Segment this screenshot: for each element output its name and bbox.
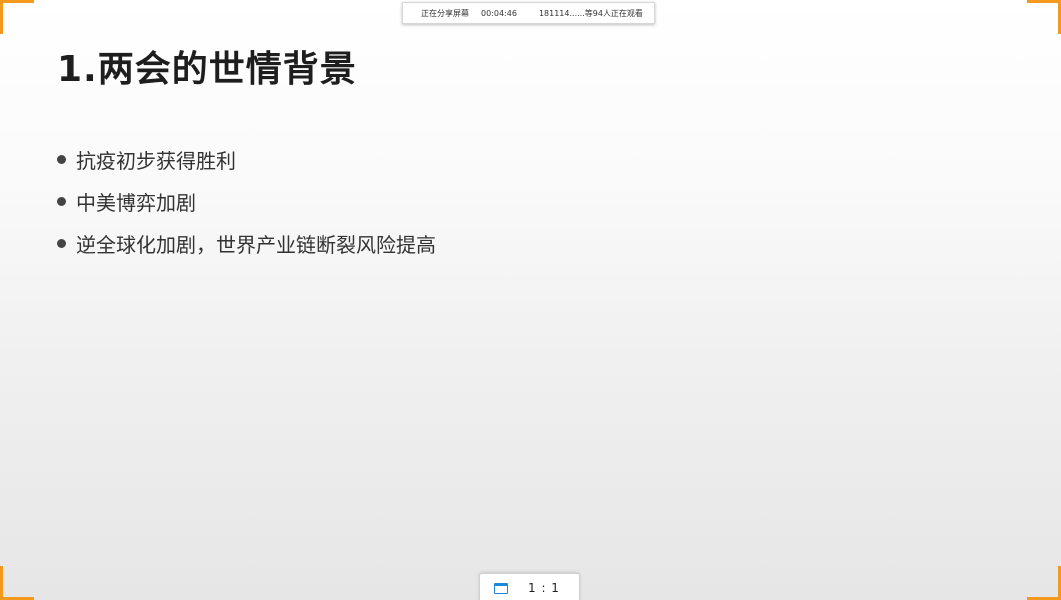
view-control-bar: 1 : 1: [479, 573, 580, 600]
window-icon[interactable]: [494, 582, 508, 594]
slide-title: 1.两会的世情背景: [57, 49, 357, 90]
frame-corner-top-left: [0, 0, 34, 3]
bullet-item: 抗疫初步获得胜利: [57, 138, 436, 180]
share-status-text: 正在分享屏幕: [421, 8, 469, 18]
frame-corner-bottom-left-vertical: [0, 566, 3, 600]
zoom-ratio-button[interactable]: 1 : 1: [528, 581, 560, 595]
bullet-dot-icon: [57, 196, 66, 206]
bullet-text: 抗疫初步获得胜利: [76, 148, 236, 173]
bullet-text: 逆全球化加剧，世界产业链断裂风险提高: [76, 232, 436, 257]
bullet-dot-icon: [57, 238, 66, 248]
bullet-item: 中美博弈加剧: [57, 180, 436, 222]
share-timer: 00:04:46: [481, 8, 517, 18]
bullet-dot-icon: [57, 154, 66, 164]
viewer-count: 181114......等94人正在观看: [538, 8, 643, 18]
screen-share-stage: 正在分享屏幕 00:04:46 181114......等94人正在观看 1.两…: [0, 0, 1061, 600]
screen-share-status-bar[interactable]: 正在分享屏幕 00:04:46 181114......等94人正在观看: [402, 2, 655, 24]
frame-corner-top-left-vertical: [0, 0, 3, 34]
frame-corner-top-right: [1027, 0, 1061, 3]
bullet-text: 中美博弈加剧: [76, 190, 196, 215]
bullet-item: 逆全球化加剧，世界产业链断裂风险提高: [57, 222, 436, 264]
bullet-list: 抗疫初步获得胜利 中美博弈加剧 逆全球化加剧，世界产业链断裂风险提高: [57, 138, 436, 264]
